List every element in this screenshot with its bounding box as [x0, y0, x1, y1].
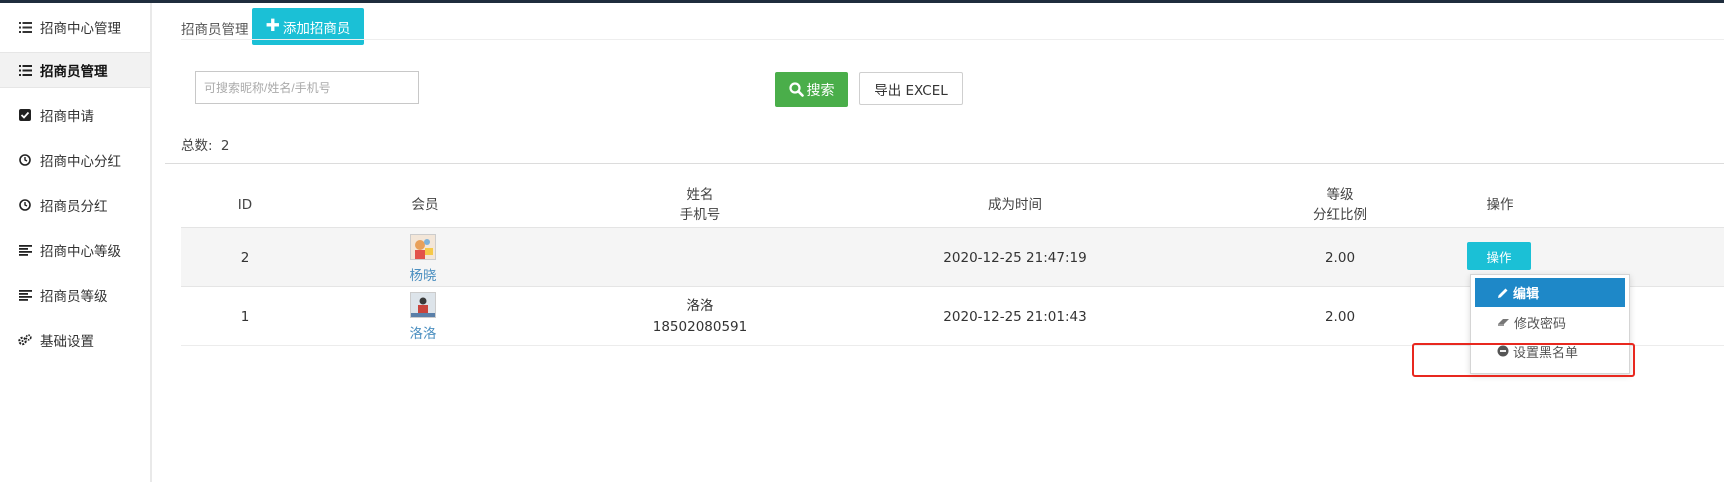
clock-icon — [18, 153, 32, 167]
align-left-icon — [18, 243, 32, 257]
cell-dividend-ratio: 2.00 — [1324, 250, 1356, 266]
checkbox-icon — [18, 108, 32, 122]
sidebar-item-basic-settings[interactable]: 基础设置 — [0, 323, 150, 357]
cell-join-time: 2020-12-25 21:47:19 — [943, 250, 1087, 266]
sidebar-item-center-management[interactable]: 招商中心管理 — [0, 10, 150, 44]
total-value: 2 — [220, 138, 230, 154]
list-icon — [18, 63, 32, 77]
cell-id: 2 — [240, 250, 250, 266]
list-icon — [18, 20, 32, 34]
total-count: 总数: 2 — [181, 134, 229, 154]
column-header-phone: 手机号 — [679, 207, 721, 223]
sidebar-item-agent-dividend[interactable]: 招商员分红 — [0, 188, 150, 222]
menu-item-label: 编辑 — [1513, 287, 1540, 302]
sidebar-item-label: 招商员管理 — [40, 64, 108, 80]
sidebar-item-agent-levels[interactable]: 招商员等级 — [0, 278, 150, 312]
sidebar-item-label: 招商员等级 — [40, 289, 108, 305]
header-divider — [181, 39, 1724, 40]
total-label: 总数: — [181, 138, 213, 154]
highlight-annotation-box — [1412, 343, 1635, 377]
plus-icon: ✚ — [265, 16, 280, 36]
sidebar-item-label: 招商申请 — [40, 109, 94, 125]
sidebar-item-label: 招商员分红 — [40, 199, 108, 215]
search-button[interactable]: 搜索 — [775, 72, 848, 107]
column-header-member: 会员 — [411, 197, 439, 213]
member-name-link[interactable]: 杨晓 — [396, 264, 450, 284]
member-name-link[interactable]: 洛洛 — [396, 322, 450, 342]
top-bar — [0, 0, 1724, 3]
eraser-icon — [1497, 317, 1510, 327]
pencil-icon — [1497, 287, 1509, 299]
column-header-level: 等级 — [1326, 187, 1354, 203]
sidebar-item-agent-management[interactable]: 招商员管理 — [0, 52, 150, 88]
sidebar-item-center-levels[interactable]: 招商中心等级 — [0, 233, 150, 267]
menu-item-edit[interactable]: 编辑 — [1475, 278, 1625, 307]
clock-icon — [18, 198, 32, 212]
cell-dividend-ratio: 2.00 — [1324, 309, 1356, 325]
sidebar-item-label: 招商中心等级 — [40, 244, 121, 260]
add-agent-label: 添加招商员 — [282, 20, 351, 37]
column-header-id: ID — [237, 197, 253, 213]
operations-button[interactable]: 操作 — [1467, 242, 1531, 270]
cell-name: 洛洛 — [686, 298, 714, 314]
search-input[interactable] — [195, 71, 419, 104]
column-header-operations: 操作 — [1486, 197, 1514, 213]
cell-join-time: 2020-12-25 21:01:43 — [943, 309, 1087, 325]
summary-divider — [165, 163, 1724, 164]
gears-icon — [18, 333, 32, 347]
column-header-join-time: 成为时间 — [988, 197, 1042, 213]
cell-id: 1 — [240, 309, 250, 325]
column-header-dividend-ratio: 分红比例 — [1313, 207, 1367, 223]
search-button-label: 搜索 — [806, 82, 835, 99]
column-header-name: 姓名 — [686, 187, 714, 203]
avatar[interactable] — [410, 292, 436, 318]
page-title: 招商员管理 — [181, 22, 249, 38]
sidebar-item-label: 招商中心分红 — [40, 154, 121, 170]
menu-item-label: 修改密码 — [1514, 316, 1567, 332]
sidebar-item-applications[interactable]: 招商申请 — [0, 98, 150, 132]
sidebar-item-center-dividend[interactable]: 招商中心分红 — [0, 143, 150, 177]
sidebar: 招商中心管理 招商员管理 招商申请 招商中心分红 招商员分红 招商中心等级 招商… — [0, 3, 152, 482]
align-left-icon — [18, 288, 32, 302]
search-icon — [788, 82, 804, 97]
avatar[interactable] — [410, 234, 436, 260]
sidebar-item-label: 招商中心管理 — [40, 21, 121, 37]
menu-item-change-password[interactable]: 修改密码 — [1475, 308, 1625, 336]
sidebar-item-label: 基础设置 — [40, 334, 94, 350]
cell-phone: 18502080591 — [652, 319, 748, 335]
export-excel-button[interactable]: 导出 EXCEL — [859, 72, 963, 105]
